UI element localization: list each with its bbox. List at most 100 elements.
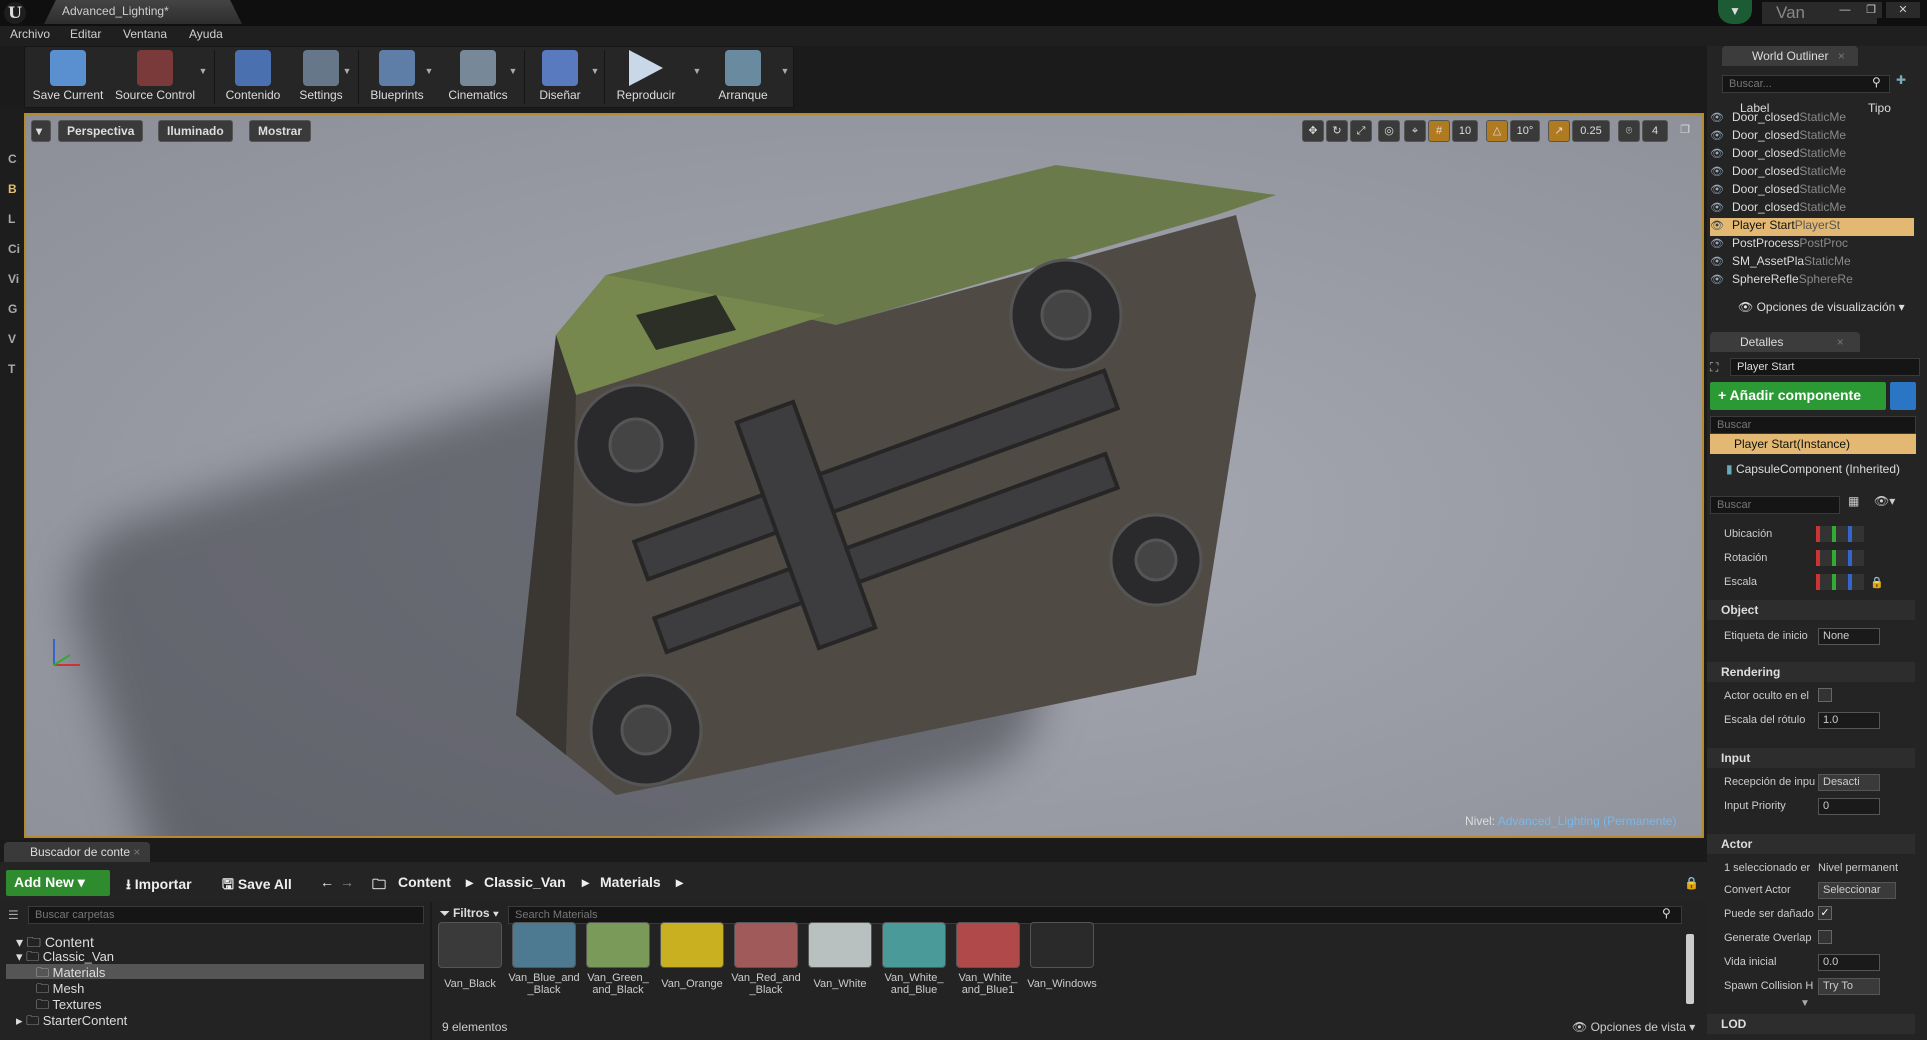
import-button[interactable]: ⭳ Importar [126, 874, 192, 898]
add-new-button[interactable]: Add New ▾ [6, 870, 110, 896]
spawn-collision-select[interactable]: Try To [1818, 978, 1880, 995]
tree-item-materials[interactable]: 🗀 Materials [6, 964, 424, 980]
rendering-section-header[interactable]: Rendering [1707, 662, 1915, 682]
blueprints-dropdown-icon[interactable]: ▼ [424, 66, 434, 76]
grid-snap-icon[interactable]: # [1428, 120, 1450, 142]
path-materials[interactable]: Materials [600, 874, 661, 890]
toggle-sources-icon[interactable]: ☰ [8, 908, 19, 922]
hidden-checkbox[interactable] [1818, 688, 1832, 702]
cinematics-button[interactable]: Cinematics [440, 48, 516, 106]
material-thumbnail[interactable] [1030, 922, 1094, 968]
cinematics-dropdown-icon[interactable]: ▼ [508, 66, 518, 76]
world-space-icon[interactable]: ◎ [1378, 120, 1400, 142]
mode-tab-g[interactable]: G [8, 302, 17, 316]
property-matrix-icon[interactable]: ▦ [1848, 494, 1859, 508]
design-button[interactable]: Diseñar [528, 48, 592, 106]
play-button[interactable]: Reproducir [608, 48, 684, 106]
rotation-fields[interactable] [1816, 550, 1864, 566]
visibility-eye-icon[interactable]: 👁 [1710, 165, 1732, 178]
visibility-eye-icon[interactable]: 👁 [1710, 237, 1732, 250]
outliner-row[interactable]: 👁 Door_closedStaticMe [1710, 182, 1914, 200]
camera-speed-value[interactable]: 4 [1642, 120, 1668, 142]
receive-input-select[interactable]: Desacti [1818, 774, 1880, 791]
scale-snap-value[interactable]: 0.25 [1572, 120, 1610, 142]
mode-tab-b[interactable]: B [8, 182, 17, 196]
minimize-button[interactable]: — [1834, 2, 1856, 18]
settings-button[interactable]: Settings [290, 48, 352, 106]
outliner-row[interactable]: 👁 Door_closedStaticMe [1710, 200, 1914, 218]
back-arrow-icon[interactable]: ← [320, 874, 334, 890]
maximize-button[interactable]: ❐ [1860, 2, 1882, 18]
rotation-snap-value[interactable]: 10° [1510, 120, 1540, 142]
lifespan-value[interactable]: 0.0 [1818, 954, 1880, 971]
lod-section-header[interactable]: LOD [1707, 1014, 1915, 1034]
path-separator-icon[interactable]: ▸ [582, 874, 589, 891]
material-thumbnail[interactable] [438, 922, 502, 968]
camera-speed-icon[interactable]: ⌾ [1618, 120, 1640, 142]
close-tab-icon[interactable]: × [1837, 335, 1844, 349]
menu-ventana[interactable]: Ventana [123, 27, 167, 41]
mode-tab-t[interactable]: T [8, 362, 15, 376]
visibility-eye-icon[interactable]: 👁 [1710, 129, 1732, 142]
settings-dropdown-icon[interactable]: ▼ [342, 66, 352, 76]
convert-actor-select[interactable]: Seleccionar [1818, 882, 1896, 899]
path-classic-van[interactable]: Classic_Van [484, 874, 566, 890]
material-thumbnail[interactable] [734, 922, 798, 968]
view-options-button[interactable]: 👁 Opciones de vista ▾ [1572, 1020, 1695, 1034]
menu-archivo[interactable]: Archivo [10, 27, 50, 41]
close-tab-icon[interactable]: × [133, 845, 140, 859]
material-thumbnail[interactable] [882, 922, 946, 968]
outliner-row[interactable]: 👁 Door_closedStaticMe [1710, 128, 1914, 146]
outliner-search-input[interactable]: Buscar... [1722, 75, 1890, 93]
visibility-eye-icon[interactable]: 👁 [1710, 273, 1732, 286]
launch-button[interactable]: Arranque [708, 48, 778, 106]
outliner-row[interactable]: 👁 Door_closedStaticMe [1710, 146, 1914, 164]
menu-editar[interactable]: Editar [70, 27, 101, 41]
material-thumbnail[interactable] [956, 922, 1020, 968]
material-thumbnail[interactable] [808, 922, 872, 968]
visibility-eye-icon[interactable]: 👁 [1710, 255, 1732, 268]
material-thumbnail[interactable] [586, 922, 650, 968]
translate-tool-icon[interactable]: ✥ [1302, 120, 1324, 142]
path-separator-icon[interactable]: ▸ [676, 874, 683, 891]
folder-search-input[interactable]: Buscar carpetas [28, 906, 424, 924]
launch-dropdown-icon[interactable]: ▼ [780, 66, 790, 76]
add-filter-icon[interactable]: ✚ [1896, 73, 1906, 87]
details-search-input[interactable]: Buscar [1710, 496, 1840, 514]
actor-section-header[interactable]: Actor [1707, 834, 1915, 854]
capsule-component-row[interactable]: ▮ CapsuleComponent (Inherited) [1726, 462, 1900, 476]
visibility-eye-icon[interactable]: 👁 [1710, 111, 1732, 124]
input-priority-value[interactable]: 0 [1818, 798, 1880, 815]
source-control-button[interactable]: Source Control [112, 48, 198, 106]
forward-arrow-icon[interactable]: → [340, 874, 354, 890]
source-control-dropdown-icon[interactable]: ▼ [198, 66, 208, 76]
outliner-row[interactable]: 👁 Door_closedStaticMe [1710, 164, 1914, 182]
material-thumbnail[interactable] [660, 922, 724, 968]
content-browser-tab[interactable]: Buscador de conte × [4, 842, 150, 862]
input-section-header[interactable]: Input [1707, 748, 1915, 768]
level-viewport[interactable] [24, 113, 1704, 838]
location-fields[interactable] [1816, 526, 1864, 542]
path-content[interactable]: Content [398, 874, 451, 890]
perspective-button[interactable]: Perspectiva [58, 120, 144, 142]
blueprints-button[interactable]: Blueprints [362, 48, 432, 106]
content-button[interactable]: Contenido [220, 48, 286, 106]
rotation-label[interactable]: Rotación [1724, 552, 1767, 564]
scale-fields[interactable] [1816, 574, 1864, 590]
design-dropdown-icon[interactable]: ▼ [590, 66, 600, 76]
outliner-row[interactable]: 👁 SphereRefleSphereRe [1710, 272, 1914, 290]
overlap-checkbox[interactable] [1818, 930, 1832, 944]
lock-icon[interactable]: 🔒 [1870, 576, 1884, 589]
object-section-header[interactable]: Object [1707, 600, 1915, 620]
lit-mode-button[interactable]: Iluminado [158, 120, 233, 142]
maximize-viewport-icon[interactable]: ❐ [1676, 120, 1694, 142]
show-button[interactable]: Mostrar [249, 120, 312, 142]
billboard-value[interactable]: 1.0 [1818, 712, 1880, 729]
scale-snap-icon[interactable]: ↗ [1548, 120, 1570, 142]
mode-tab-vi[interactable]: Vi [8, 272, 19, 286]
path-separator-icon[interactable]: ▸ [466, 874, 473, 891]
viewport-options-dropdown-icon[interactable]: ▾ [31, 120, 51, 142]
mode-tab-v[interactable]: V [8, 332, 16, 346]
mode-tab-ci[interactable]: Ci [8, 242, 20, 256]
add-component-button[interactable]: + Añadir componente [1710, 382, 1886, 410]
